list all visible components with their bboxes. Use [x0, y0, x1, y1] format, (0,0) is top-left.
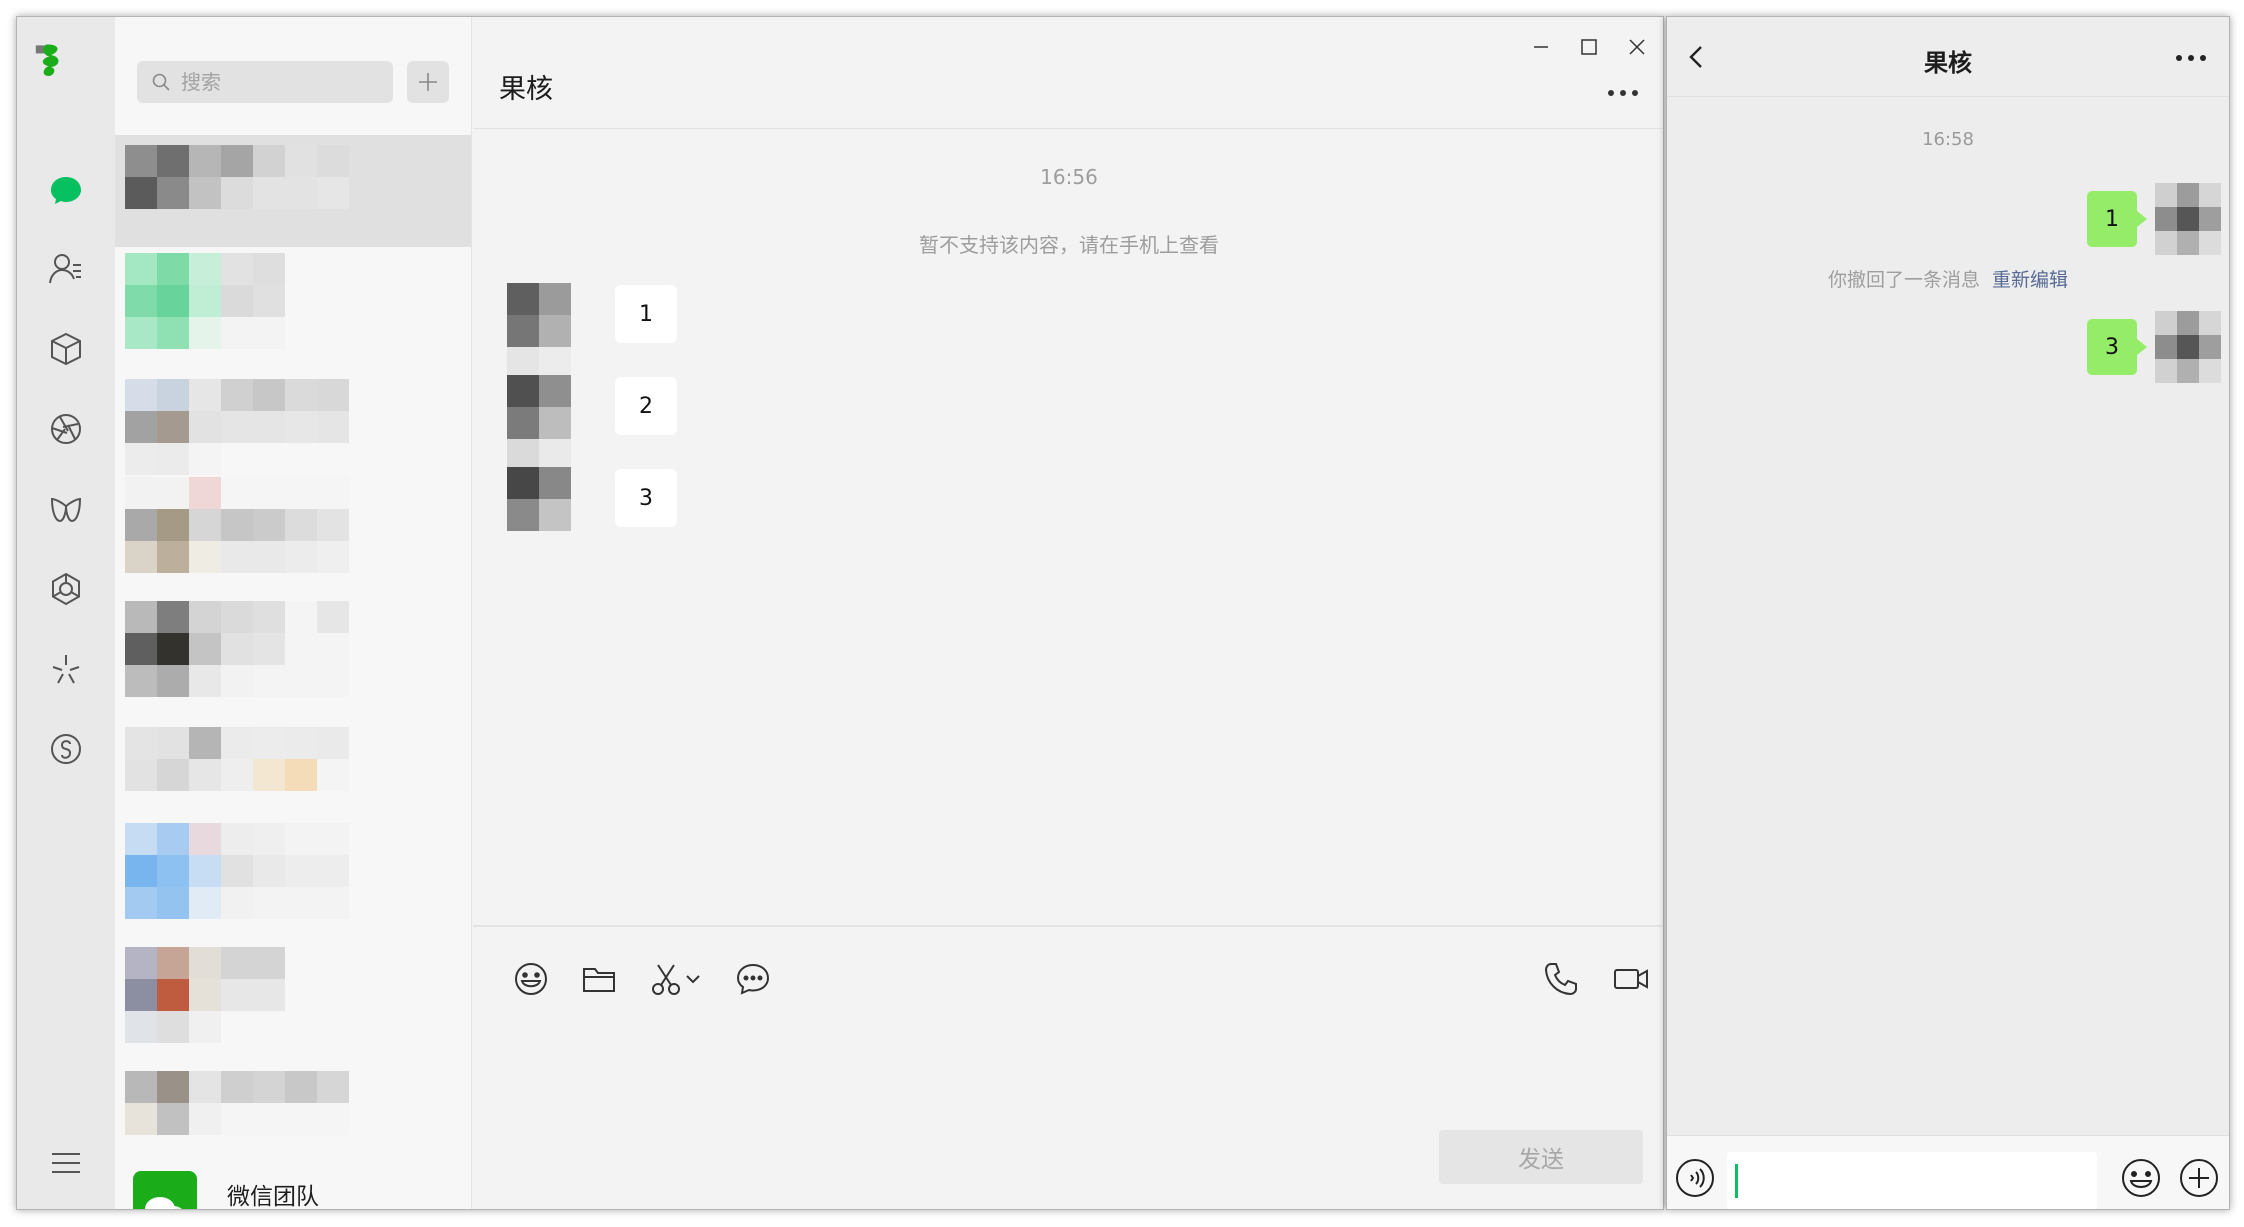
plus-icon [419, 73, 437, 91]
conversation-item[interactable] [115, 819, 471, 931]
self-avatar[interactable] [2155, 311, 2221, 383]
conversation-item[interactable] [115, 249, 471, 361]
chat-history-button[interactable] [733, 959, 773, 999]
message-bubble-self[interactable]: 1 [2087, 191, 2147, 247]
minimize-button[interactable] [1521, 27, 1561, 67]
conversation-item[interactable] [115, 373, 471, 485]
nav-rail [17, 17, 115, 1209]
conversation-item-wechat-team[interactable]: 微信团队 [115, 1167, 471, 1210]
chevron-down-icon [686, 975, 700, 984]
blurred-avatar [125, 947, 285, 1043]
re-edit-link[interactable]: 重新编辑 [1992, 269, 2068, 291]
screenshot-options-button[interactable] [681, 959, 705, 999]
close-icon [1629, 39, 1645, 55]
contacts-icon[interactable] [48, 251, 84, 287]
emoji-button[interactable] [511, 959, 551, 999]
blurred-avatar [125, 379, 349, 475]
conversation-item[interactable] [115, 1067, 471, 1179]
voice-call-button[interactable] [1541, 959, 1581, 999]
message-row-self: 1 [2081, 181, 2221, 259]
message-bubble-self[interactable]: 3 [2087, 319, 2147, 375]
maximize-button[interactable] [1569, 27, 1609, 67]
bubble-icon [736, 963, 770, 995]
emoji-icon [515, 963, 547, 995]
message-timestamp: 16:58 [1922, 129, 1974, 150]
moments-icon[interactable] [48, 411, 84, 447]
message-bubble[interactable]: 3 [615, 469, 677, 527]
system-notice: 暂不支持该内容，请在手机上查看 [919, 233, 1219, 257]
plus-icon[interactable] [2177, 1156, 2221, 1200]
blurred-avatar [125, 601, 349, 697]
video-icon [1614, 969, 1648, 989]
search-mini-icon[interactable] [48, 731, 84, 767]
screen: 微信团队 果核 16:56 暂不支持该内容，请在手机上查看 [0, 0, 2244, 1227]
add-button[interactable] [407, 61, 449, 103]
voice-icon[interactable] [1673, 1156, 1717, 1200]
blurred-avatar [125, 823, 349, 919]
conversation-item[interactable] [115, 135, 471, 247]
conversation-item[interactable] [115, 943, 471, 1055]
self-avatar[interactable] [2155, 183, 2221, 255]
minimize-icon [1534, 46, 1548, 48]
message-bubble[interactable]: 2 [615, 377, 677, 435]
message-bubble[interactable]: 1 [615, 285, 677, 343]
message-input[interactable] [1727, 1152, 2097, 1209]
channels-icon[interactable] [48, 491, 84, 527]
text-caret [1735, 1164, 1738, 1198]
blurred-avatar [125, 1071, 349, 1135]
recall-notice: 你撤回了一条消息 重新编辑 [1667, 265, 2229, 292]
message-row: 2 [507, 375, 807, 471]
blurred-avatar [125, 253, 285, 349]
mobile-chat-title: 果核 [1924, 49, 1972, 77]
chat-panel: 果核 16:56 暂不支持该内容，请在手机上查看 1 2 3 发送 [473, 17, 1663, 1209]
conversation-item[interactable] [115, 597, 471, 709]
folder-icon [583, 968, 615, 992]
sender-avatar[interactable] [507, 467, 571, 531]
chat-header: 果核 [473, 17, 1663, 129]
recall-text: 你撤回了一条消息 [1827, 269, 1980, 291]
sender-avatar[interactable] [507, 283, 571, 379]
search-box[interactable] [137, 61, 393, 103]
favorites-icon[interactable] [48, 331, 84, 367]
close-button[interactable] [1617, 27, 1657, 67]
more-icon[interactable] [2173, 51, 2209, 65]
wechat-team-avatar [133, 1171, 197, 1209]
message-row: 3 [507, 467, 807, 537]
miniprogram-icon[interactable] [48, 571, 84, 607]
blurred-avatar [125, 145, 349, 209]
blurred-avatar [125, 727, 349, 791]
sender-avatar[interactable] [507, 375, 571, 471]
toolbar-divider [473, 925, 1663, 927]
file-button[interactable] [579, 959, 619, 999]
search-input[interactable] [181, 70, 381, 94]
maximize-icon [1581, 39, 1597, 55]
chat-title: 果核 [499, 74, 553, 105]
chat-icon[interactable] [48, 171, 84, 207]
video-call-button[interactable] [1611, 959, 1651, 999]
search-icon [152, 73, 170, 91]
more-icon[interactable] [1603, 83, 1643, 103]
message-timestamp: 16:56 [1040, 165, 1098, 189]
mobile-header: 果核 [1667, 17, 2229, 97]
mobile-input-bar [1667, 1135, 2229, 1209]
menu-icon[interactable] [48, 1145, 84, 1181]
message-row: 1 [507, 283, 807, 379]
desktop-window: 微信团队 果核 16:56 暂不支持该内容，请在手机上查看 [16, 16, 1664, 1210]
phone-icon [1544, 963, 1577, 996]
discover-icon[interactable] [48, 651, 84, 687]
blurred-avatar [125, 477, 349, 573]
emoji-icon[interactable] [2119, 1156, 2163, 1200]
send-button[interactable]: 发送 [1439, 1130, 1643, 1184]
conversation-item[interactable] [115, 473, 471, 585]
conversation-list: 微信团队 [115, 17, 472, 1209]
mobile-window: 果核 16:58 1 你撤回了一条消息 重新编辑 3 [1666, 16, 2230, 1210]
conversation-name: 微信团队 [227, 1184, 319, 1210]
message-row-self: 3 [2081, 309, 2221, 387]
user-avatar-logo[interactable] [31, 43, 67, 79]
